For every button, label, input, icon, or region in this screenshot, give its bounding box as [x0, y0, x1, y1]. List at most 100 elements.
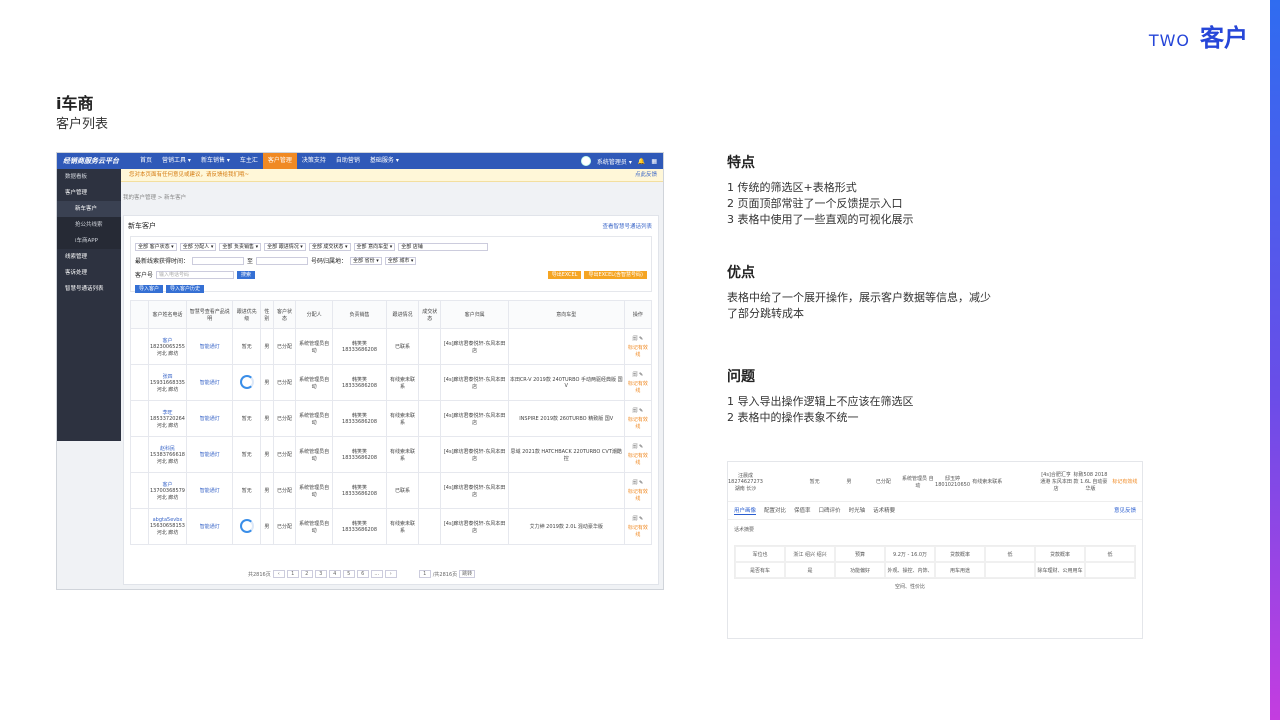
import-button[interactable]: 导入客户 [135, 284, 164, 293]
table-row[interactable]: 李旺 18533720264 河北 廊坊 智能通灯 暂无 男已分配 系统管理员自动 韩笑笑 1… [130, 400, 653, 437]
filter-select[interactable]: 全部 跟进情况 ▾ [264, 242, 306, 251]
mark-valid-link[interactable]: 标记有效线 [626, 488, 650, 502]
nav-customers[interactable]: 客户管理 [262, 153, 297, 169]
customer-name[interactable]: 李旺 [150, 409, 185, 416]
page-jump-button[interactable]: 跳转 [459, 570, 476, 578]
page-button[interactable]: › [384, 570, 397, 578]
mark-valid-link[interactable]: 标记有效线 [626, 380, 650, 394]
mark-valid-link[interactable]: 标记有效线 [626, 416, 650, 430]
smart-number-cell[interactable]: 智能通灯 [185, 400, 234, 437]
nav-decision[interactable]: 决策支持 [297, 153, 331, 169]
page-button[interactable]: 1 [286, 570, 299, 578]
date-end-input[interactable] [256, 256, 309, 265]
import-history-button[interactable]: 导入客户历史 [166, 284, 205, 293]
page-button[interactable]: 6 [356, 570, 369, 578]
nav-marketing[interactable]: 营销工具 ▾ [157, 153, 196, 169]
expand-cell[interactable] [130, 364, 149, 401]
nav-home[interactable]: 首页 [135, 153, 157, 169]
edit-icon[interactable]: 🗐 ✎ [626, 516, 650, 524]
filter-select[interactable]: 全部 负责销售 ▾ [219, 242, 262, 251]
province-select[interactable]: 全部 省份 ▾ [350, 256, 382, 265]
date-start-input[interactable] [192, 256, 245, 265]
detail-grid-cell: 外观、操控、内饰、空间、性价比 [885, 562, 935, 590]
expand-cell[interactable] [130, 508, 149, 545]
mark-valid-link[interactable]: 标记有效线 [626, 452, 650, 466]
customer-location: 河北 廊坊 [156, 458, 179, 465]
feedback-link[interactable]: 点此反馈 [635, 169, 657, 182]
page-jump-input[interactable]: 1 [418, 570, 431, 578]
user-menu[interactable]: 系统管理员 ▾ [597, 157, 632, 166]
mark-valid-link[interactable]: 标记有效线 [626, 524, 650, 538]
customer-name[interactable]: 客户 [150, 481, 185, 488]
nav-owners[interactable]: 车主汇 [235, 153, 263, 169]
customer-name[interactable]: 张四 [150, 373, 185, 380]
filter-select[interactable]: 全部 店铺 [398, 242, 489, 251]
grid-icon[interactable]: ▦ [651, 158, 657, 165]
edit-icon[interactable]: 🗐 ✎ [626, 372, 650, 380]
filter-select[interactable]: 全部 成交状态 ▾ [308, 242, 351, 251]
page-button[interactable]: 3 [314, 570, 327, 578]
detail-tab[interactable]: 用户画像 [734, 506, 757, 515]
mark-valid-link[interactable]: 标记有效线 [626, 344, 650, 358]
page-button[interactable]: 5 [342, 570, 355, 578]
sidebar-item-dashboard[interactable]: 数据看板 [57, 169, 121, 185]
nav-self-marketing[interactable]: 自助营销 [331, 153, 365, 169]
edit-icon[interactable]: 🗐 ✎ [626, 408, 650, 416]
table-row[interactable]: 赵科民 15383766618 河北 廊坊 智能通灯 暂无 男已分配 系统管理员自动 韩笑笑 … [130, 436, 653, 473]
smart-number-cell[interactable]: 智能通灯 [185, 328, 234, 365]
owner-cell: [4s]廊坊君泰悦轩-东风本田店 [440, 364, 509, 401]
smart-number-cell[interactable]: 智能通灯 [185, 472, 234, 509]
detail-tab[interactable]: 话术精要 [873, 506, 895, 515]
nav-newcar[interactable]: 新车销售 ▾ [196, 153, 235, 169]
sidebar-item-public-leads[interactable]: 抢公共线索 [57, 217, 121, 233]
page-button[interactable]: ‹ [272, 570, 285, 578]
smart-number-cell[interactable]: 智能通灯 [185, 508, 234, 545]
smart-number-cell[interactable]: 智能通灯 [185, 364, 234, 401]
sidebar-item-calls[interactable]: 智慧号通话列表 [57, 281, 121, 297]
detail-tab[interactable]: 口碑评价 [819, 506, 841, 515]
filter-select[interactable]: 全部 客户状态 ▾ [135, 242, 177, 251]
export-button[interactable]: 导出EXCEL [547, 270, 582, 279]
follow-cell: 已联系 [386, 328, 420, 365]
sidebar-item-newcar-customers[interactable]: 新车客户 [57, 201, 121, 217]
edit-icon[interactable]: 🗐 ✎ [626, 444, 650, 452]
expand-cell[interactable] [130, 400, 149, 437]
expand-cell[interactable] [130, 436, 149, 473]
expanded-cell[interactable]: 标记有效线 [1108, 478, 1142, 485]
detail-tab[interactable]: 时光轴 [849, 506, 866, 515]
customer-name[interactable]: 赵科民 [150, 445, 185, 452]
sidebar-item-customers[interactable]: 客户管理 [57, 185, 121, 201]
expand-cell[interactable] [130, 328, 149, 365]
city-select[interactable]: 全部 城市 ▾ [384, 256, 417, 265]
priority-cell [232, 364, 262, 401]
detail-tab[interactable]: 保值率 [794, 506, 811, 515]
page-button[interactable]: 2 [300, 570, 313, 578]
expand-cell[interactable] [130, 472, 149, 509]
phone-input[interactable]: 输入电话号码 [156, 270, 235, 279]
detail-tab[interactable]: 配置对比 [764, 506, 786, 515]
feedback-notice: 您对本页面有任何意见或建议，请反馈给我们哦~ 点此反馈 [121, 169, 663, 182]
customer-name[interactable]: 客户 [150, 337, 185, 344]
page-button[interactable]: ... [370, 570, 383, 578]
filter-select[interactable]: 全部 分配人 ▾ [179, 242, 217, 251]
call-list-link[interactable]: 查看智慧号通话列表 [602, 222, 652, 230]
table-row[interactable]: 客户 13700368579 河北 廊坊 智能通灯 暂无 男已分配 系统管理员自动 韩笑笑 1… [130, 472, 653, 509]
table-row[interactable]: 客户 18230065255 河北 廊坊 智能通灯 暂无 男已分配 系统管理员自动 韩笑笑 1… [130, 328, 653, 365]
feedback-link[interactable]: 意见反馈 [1114, 506, 1136, 515]
sidebar-item-leads[interactable]: 线索管理 [57, 249, 121, 265]
smart-number-cell[interactable]: 智能通灯 [185, 436, 234, 473]
nav-basic[interactable]: 基础服务 ▾ [365, 153, 404, 169]
export-smart-button[interactable]: 导出EXCEL(含智慧号码) [584, 270, 647, 279]
sidebar-item-app[interactable]: i车商APP [57, 233, 121, 249]
page-button[interactable]: 4 [328, 570, 341, 578]
table-row[interactable]: abgta5evbx 15630658153 河北 廊坊 智能通灯男已分配 系统管理员自… [130, 508, 653, 545]
avatar[interactable] [580, 156, 591, 166]
filter-select[interactable]: 全部 意向车型 ▾ [353, 242, 396, 251]
search-button[interactable]: 搜索 [237, 270, 256, 279]
table-row[interactable]: 张四 15931668335 河北 廊坊 智能通灯男已分配 系统管理员自动 韩笑笑 183… [130, 364, 653, 401]
sidebar-item-complaints[interactable]: 客诉处理 [57, 265, 121, 281]
edit-icon[interactable]: 🗐 ✎ [626, 336, 650, 344]
expanded-cell[interactable]: 汪晨成 18274627273 湖南 长沙 [728, 472, 763, 492]
bell-icon[interactable]: 🔔 [638, 158, 645, 165]
edit-icon[interactable]: 🗐 ✎ [626, 480, 650, 488]
